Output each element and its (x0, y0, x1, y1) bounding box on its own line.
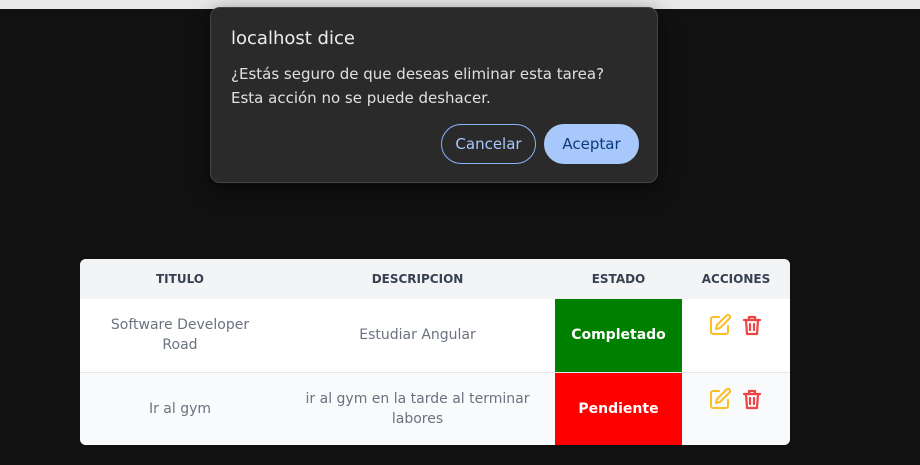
edit-icon[interactable] (708, 387, 732, 411)
confirm-dialog: localhost dice ¿Estás seguro de que dese… (210, 7, 658, 183)
header-description: DESCRIPCION (371, 272, 464, 286)
trash-icon[interactable] (740, 387, 764, 411)
table-header: TITULO DESCRIPCION ESTADO ACCIONES (80, 259, 790, 299)
task-title: Ir al gym (148, 400, 212, 417)
status-badge: Completado (555, 299, 682, 372)
header-title: TITULO (156, 272, 204, 286)
status-badge: Pendiente (555, 372, 682, 445)
row-actions (682, 299, 790, 372)
accept-button[interactable]: Aceptar (544, 124, 639, 164)
row-actions (682, 372, 790, 445)
trash-icon[interactable] (740, 313, 764, 337)
table-row: Software Developer Road Estudiar Angular… (80, 299, 790, 372)
header-status: ESTADO (591, 272, 646, 286)
dialog-title: localhost dice (231, 28, 355, 49)
task-title: Software Developer Road (110, 317, 250, 354)
task-description: ir al gym en la tarde al terminar labore… (305, 390, 530, 427)
task-description: Estudiar Angular (359, 327, 476, 344)
tasks-table-card: TITULO DESCRIPCION ESTADO ACCIONES Softw… (80, 259, 790, 445)
edit-icon[interactable] (708, 313, 732, 337)
header-actions: ACCIONES (701, 272, 771, 286)
table-row: Ir al gym ir al gym en la tarde al termi… (80, 372, 790, 445)
tasks-table: TITULO DESCRIPCION ESTADO ACCIONES Softw… (80, 259, 790, 445)
dialog-message: ¿Estás seguro de que deseas eliminar est… (231, 65, 605, 107)
cancel-button[interactable]: Cancelar (441, 124, 536, 164)
